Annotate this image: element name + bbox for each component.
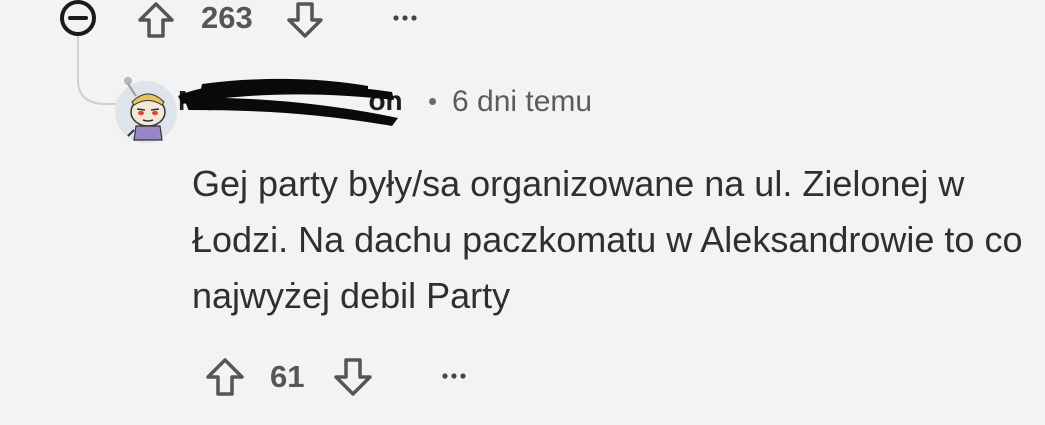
snoo-avatar-icon [115, 77, 177, 143]
ellipsis-icon [393, 15, 417, 21]
ellipsis-icon [442, 373, 466, 379]
minus-circle-icon [60, 0, 96, 36]
arrow-up-outline-icon [138, 2, 174, 38]
arrow-down-outline-icon [334, 358, 372, 396]
avatar[interactable] [112, 72, 180, 144]
comment-downvote-button[interactable] [330, 356, 376, 400]
collapse-thread-button[interactable] [57, 0, 101, 40]
meta-separator: • [428, 86, 438, 116]
parent-more-options-button[interactable] [388, 6, 422, 26]
redaction-scribble [172, 70, 404, 134]
parent-vote-score: 263 [201, 0, 253, 35]
comment-body: Gej party były/sa organizowane na ul. Zi… [192, 163, 1023, 316]
arrow-up-outline-icon [206, 358, 244, 396]
comment-timestamp[interactable]: 6 dni temu [452, 84, 592, 120]
parent-downvote-button[interactable] [283, 0, 327, 42]
comment-more-options-button[interactable] [436, 366, 472, 386]
comment-vote-score: 61 [270, 359, 305, 394]
comment-upvote-button[interactable] [202, 356, 248, 400]
parent-upvote-button[interactable] [134, 0, 178, 42]
arrow-down-outline-icon [287, 2, 323, 38]
